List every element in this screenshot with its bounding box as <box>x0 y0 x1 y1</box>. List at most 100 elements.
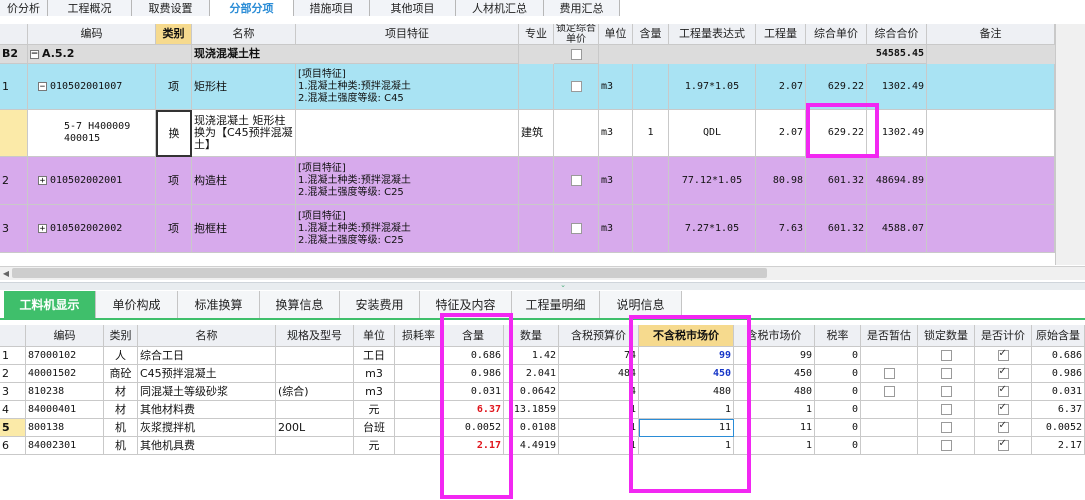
tab-cost-summary[interactable]: 费用汇总 <box>544 0 620 16</box>
lock-qty-checkbox[interactable] <box>940 422 952 433</box>
lock-qty-checkbox[interactable] <box>940 404 952 415</box>
row-code-cell[interactable]: −010502001007 <box>28 64 156 110</box>
lock-qty-checkbox-cell[interactable] <box>918 419 975 437</box>
splitter-bar[interactable] <box>0 282 1085 290</box>
highlight-box-market-price-column <box>629 315 751 493</box>
lock-checkbox-cell[interactable] <box>554 64 599 110</box>
scroll-left-icon[interactable]: ◀ <box>0 268 12 278</box>
provisional-checkbox[interactable] <box>883 386 895 397</box>
priced-checkbox-cell[interactable] <box>975 401 1032 419</box>
row-code-cell[interactable]: +010502002002 <box>28 205 156 253</box>
lock-checkbox[interactable] <box>570 48 582 60</box>
row-type-editing[interactable]: 换 <box>156 110 192 157</box>
priced-checkbox[interactable] <box>997 438 1009 451</box>
tab-conversion-info[interactable]: 换算信息 <box>260 291 340 318</box>
col-header-code[interactable]: 编码 <box>28 24 156 45</box>
col-header-lock-qty[interactable]: 锁定数量 <box>918 325 975 347</box>
lock-checkbox-cell[interactable] <box>554 157 599 205</box>
tab-sub-items[interactable]: 分部分项 <box>210 0 294 16</box>
row-expression[interactable]: QDL <box>669 110 756 157</box>
tab-other-items[interactable]: 其他项目 <box>370 0 456 16</box>
lock-checkbox[interactable] <box>570 223 582 234</box>
provisional-checkbox-cell[interactable] <box>861 383 918 401</box>
feature-line: 1.混凝土种类:预拌混凝土 <box>298 174 411 186</box>
priced-checkbox[interactable] <box>997 384 1009 397</box>
tab-standard-conversion[interactable]: 标准换算 <box>178 291 260 318</box>
lock-qty-checkbox[interactable] <box>940 386 952 397</box>
lock-qty-checkbox-cell[interactable] <box>918 365 975 383</box>
tab-project-overview[interactable]: 工程概况 <box>48 0 132 16</box>
col-header-priced[interactable]: 是否计价 <box>975 325 1032 347</box>
lock-qty-checkbox-cell[interactable] <box>918 437 975 455</box>
lock-qty-checkbox[interactable] <box>940 350 952 361</box>
provisional-checkbox-cell[interactable] <box>861 419 918 437</box>
lock-checkbox[interactable] <box>570 81 582 92</box>
lock-qty-checkbox-cell[interactable] <box>918 401 975 419</box>
lock-checkbox[interactable] <box>570 175 582 186</box>
group-row-code-cell[interactable]: − A.5.2 <box>28 45 192 64</box>
expand-icon[interactable]: + <box>38 176 47 185</box>
col-header-budget-price[interactable]: 含税预算价 <box>559 325 639 347</box>
col-header-remark[interactable]: 备注 <box>927 24 1055 45</box>
col-header-expression[interactable]: 工程量表达式 <box>669 24 756 45</box>
col-header-code[interactable]: 编码 <box>26 325 104 347</box>
provisional-checkbox-cell[interactable] <box>861 401 918 419</box>
tab-labor-material-display[interactable]: 工料机显示 <box>4 291 96 318</box>
row-code-cell[interactable]: +010502002001 <box>28 157 156 205</box>
col-header-name[interactable]: 名称 <box>138 325 276 347</box>
horizontal-scroll-thumb[interactable] <box>12 268 767 278</box>
lock-qty-checkbox-cell[interactable] <box>918 383 975 401</box>
priced-checkbox[interactable] <box>997 402 1009 415</box>
lock-qty-checkbox-cell[interactable] <box>918 347 975 365</box>
priced-checkbox[interactable] <box>997 366 1009 379</box>
priced-checkbox-cell[interactable] <box>975 419 1032 437</box>
priced-checkbox-cell[interactable] <box>975 347 1032 365</box>
provisional-checkbox[interactable] <box>883 368 895 379</box>
priced-checkbox[interactable] <box>997 420 1009 433</box>
tab-price-analysis[interactable]: 价分析 <box>0 0 48 16</box>
splitter-toggle-icon[interactable]: ⌄ <box>556 281 570 289</box>
row-expression[interactable]: 77.12*1.05 <box>669 157 756 205</box>
row-expression[interactable]: 1.97*1.05 <box>669 64 756 110</box>
tab-unit-price-composition[interactable]: 单价构成 <box>96 291 178 318</box>
row-expression[interactable]: 7.27*1.05 <box>669 205 756 253</box>
col-header-provisional[interactable]: 是否暂估 <box>861 325 918 347</box>
provisional-checkbox-cell[interactable] <box>861 347 918 365</box>
collapse-icon[interactable]: − <box>38 82 47 91</box>
col-header-original-content[interactable]: 原始含量 <box>1032 325 1085 347</box>
collapse-icon[interactable]: − <box>30 49 39 59</box>
tab-measures[interactable]: 措施项目 <box>294 0 370 16</box>
col-header-quantity[interactable]: 工程量 <box>756 24 806 45</box>
col-header-type[interactable]: 类别 <box>104 325 138 347</box>
col-header-type[interactable]: 类别 <box>156 24 192 45</box>
priced-checkbox-cell[interactable] <box>975 365 1032 383</box>
tab-fee-settings[interactable]: 取费设置 <box>132 0 210 16</box>
group-lock-checkbox-cell[interactable] <box>554 45 599 64</box>
expand-icon[interactable]: + <box>38 224 47 233</box>
col-header-name[interactable]: 名称 <box>192 24 296 45</box>
col-header-tax-rate[interactable]: 税率 <box>815 325 861 347</box>
col-header-unit[interactable]: 单位 <box>354 325 395 347</box>
tab-description[interactable]: 说明信息 <box>600 291 682 318</box>
col-header-features[interactable]: 项目特征 <box>296 24 519 45</box>
provisional-checkbox-cell[interactable] <box>861 365 918 383</box>
priced-checkbox-cell[interactable] <box>975 437 1032 455</box>
vertical-scrollbar[interactable] <box>1055 24 1085 265</box>
col-header-total-price[interactable]: 综合合价 <box>867 24 927 45</box>
col-header-specialty[interactable]: 专业 <box>519 24 554 45</box>
tab-labor-material-summary[interactable]: 人材机汇总 <box>456 0 544 16</box>
priced-checkbox[interactable] <box>997 348 1009 361</box>
provisional-checkbox-cell[interactable] <box>861 437 918 455</box>
col-header-unit-price[interactable]: 综合单价 <box>806 24 867 45</box>
lock-checkbox-cell[interactable] <box>554 205 599 253</box>
tab-installation-fee[interactable]: 安装费用 <box>340 291 420 318</box>
tab-quantity-detail[interactable]: 工程量明细 <box>512 291 600 318</box>
priced-checkbox-cell[interactable] <box>975 383 1032 401</box>
lock-qty-checkbox[interactable] <box>940 440 952 451</box>
col-header-content[interactable]: 含量 <box>633 24 669 45</box>
lock-qty-checkbox[interactable] <box>940 368 952 379</box>
col-header-loss-rate[interactable]: 损耗率 <box>395 325 443 347</box>
col-header-unit[interactable]: 单位 <box>599 24 633 45</box>
col-header-spec[interactable]: 规格及型号 <box>276 325 354 347</box>
col-header-lock-price[interactable]: 锁定综合单价 <box>554 24 599 45</box>
